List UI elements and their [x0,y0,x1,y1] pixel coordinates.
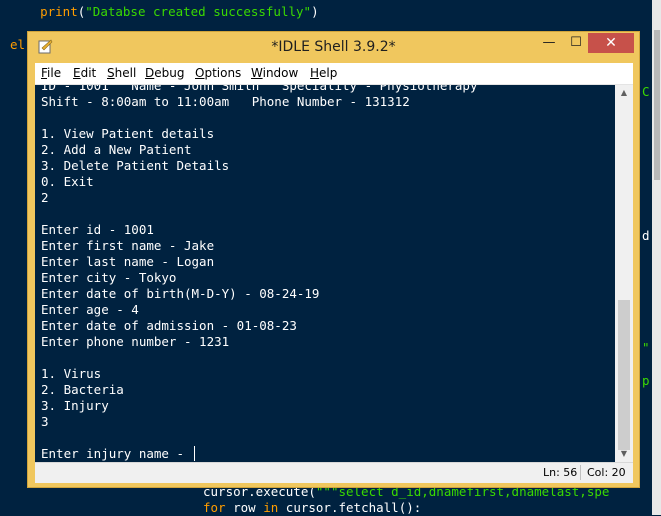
shell-line: 2. Bacteria [41,382,124,397]
shell-line: Enter date of admission - 01-08-23 [41,318,297,333]
idle-shell-window: *IDLE Shell 3.9.2* — ☐ ✕ File Edit Shell De… [27,31,640,488]
shell-output[interactable]: ID - 1001 Name - John Smith Speciality -… [35,85,615,462]
code-token: ) [311,4,319,19]
code-token: el [10,37,26,52]
text-cursor [193,446,195,461]
bg-right-fragment: p [642,373,650,388]
shell-lines: ID - 1001 Name - John Smith Speciality -… [41,85,478,462]
title-bar[interactable]: *IDLE Shell 3.9.2* — ☐ ✕ [28,32,639,63]
status-bar: Ln: 56 Col: 20 [35,462,633,483]
bg-else-fragment: el [10,37,25,53]
shell-line: Enter first name - Jake [41,238,215,253]
shell-line: Enter age - 4 [41,302,139,317]
shell-line: ID - 1001 Name - John Smith Speciality -… [41,85,478,93]
bg-right-fragment: d [642,228,650,243]
bg-right-fragment: " [642,340,650,355]
shell-line: Enter injury name - [41,446,478,462]
shell-line: 2 [41,190,49,205]
status-line: Ln: 56 [543,466,578,479]
menu-options[interactable]: Options [195,66,241,80]
code-token: print [40,4,78,19]
status-separator [580,465,581,480]
shell-line: 1. Virus [41,366,102,381]
code-token: "Databse created successfully" [85,4,312,19]
vertical-scrollbar[interactable]: ▲ ▼ [615,85,633,462]
shell-line: Enter phone number - 1231 [41,334,230,349]
close-button[interactable]: ✕ [588,33,634,53]
shell-line: 3 [41,414,49,429]
scroll-down-icon[interactable]: ▼ [615,446,633,462]
status-column: Col: 20 [587,466,626,479]
shell-line: Enter date of birth(M-D-Y) - 08-24-19 [41,286,320,301]
minimize-button[interactable]: — [536,33,562,53]
shell-line: 3. Delete Patient Details [41,158,230,173]
scrollbar-thumb[interactable] [618,300,630,450]
menu-shell[interactable]: Shell [107,66,136,80]
shell-line: Shift - 8:00am to 11:00am Phone Number -… [41,94,410,109]
shell-line: Enter last name - Logan [41,254,215,269]
scroll-up-icon[interactable]: ▲ [615,85,633,101]
menu-file[interactable]: File [41,66,61,80]
menu-debug[interactable]: Debug [145,66,184,80]
bg-right-fragment: C [642,84,650,99]
window-client: File Edit Shell Debug Options Window Help ID -… [35,63,633,483]
shell-line: 1. View Patient details [41,126,215,141]
bg-print-line: print("Databse created successfully") [10,4,319,20]
shell-line: 0. Exit [41,174,94,189]
menu-window[interactable]: Window [251,66,298,80]
shell-line: 2. Add a New Patient [41,142,192,157]
bg-scrollbar-thumb[interactable] [654,30,660,180]
menu-edit[interactable]: Edit [73,66,96,80]
shell-line: Enter id - 1001 [41,222,154,237]
menu-bar: File Edit Shell Debug Options Window Help [35,63,633,85]
bg-code-line: for row in cursor.fetchall(): [203,500,422,515]
shell-line: Enter city - Tokyo [41,270,177,285]
menu-help[interactable]: Help [310,66,337,80]
maximize-button[interactable]: ☐ [563,33,589,53]
shell-line: 3. Injury [41,398,109,413]
